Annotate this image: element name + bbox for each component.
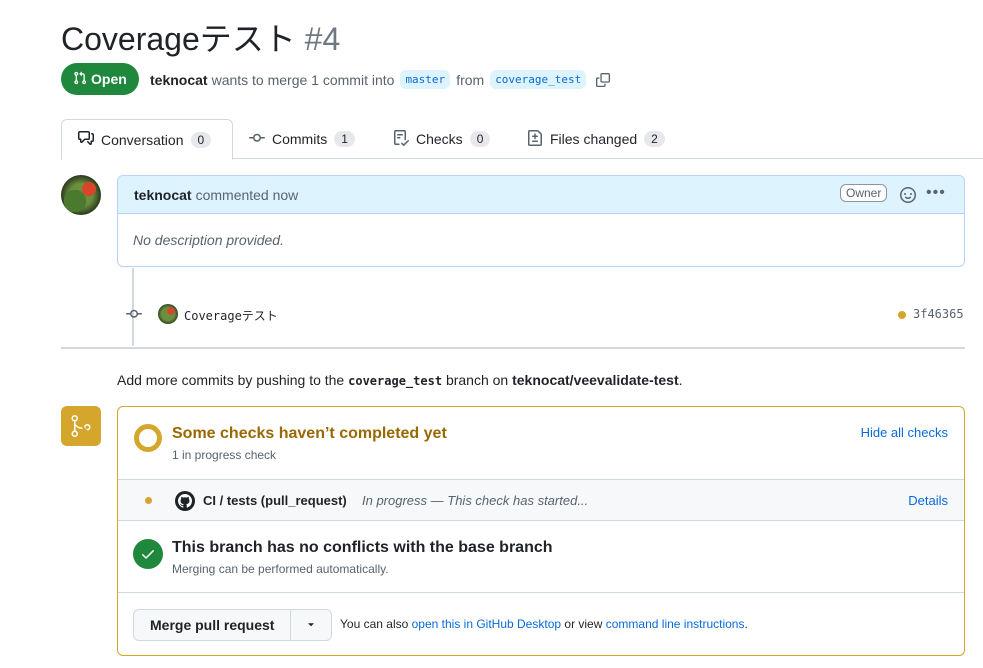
push-hint-suffix: .: [678, 372, 683, 388]
avatar[interactable]: [61, 175, 101, 215]
tab-label: Checks: [416, 131, 463, 147]
checks-subtitle: 1 in progress check: [172, 448, 277, 462]
tab-files-changed[interactable]: Files changed 2: [511, 119, 681, 159]
in-progress-dot-icon: [145, 497, 152, 504]
merge-pull-request-button[interactable]: Merge pull request: [134, 610, 292, 640]
pr-number: #4: [304, 21, 341, 57]
comment-action[interactable]: commented now: [196, 187, 299, 203]
pr-meta: teknocat wants to merge 1 commit into ma…: [150, 70, 611, 89]
github-actions-icon: [175, 491, 195, 511]
commit-author-avatar[interactable]: [158, 304, 178, 324]
hide-checks-button[interactable]: Hide all checks: [861, 425, 948, 440]
tab-commits[interactable]: Commits 1: [233, 119, 371, 159]
commit-status-dot[interactable]: [898, 311, 906, 319]
status-badge: Open: [61, 63, 139, 95]
push-hint-branch: coverage_test: [348, 374, 443, 388]
author-link[interactable]: teknocat: [150, 72, 208, 88]
tab-counter: 1: [334, 131, 355, 147]
smiley-icon[interactable]: [900, 187, 916, 206]
push-hint-middle: branch on: [445, 372, 509, 388]
comment-discussion-icon: [78, 130, 94, 149]
page-title: Coverageテスト #4: [61, 14, 340, 60]
check-status: In progress — This check has started...: [362, 493, 589, 508]
owner-badge: Owner: [840, 184, 888, 202]
push-hint-repo: teknocat/veevalidate-test: [512, 372, 679, 388]
check-name: CI / tests (pull_request): [203, 493, 347, 508]
timeline-divider: [61, 347, 965, 349]
git-commit-icon: [249, 130, 265, 149]
conflicts-section: This branch has no conflicts with the ba…: [118, 521, 964, 593]
merge-hint-middle: or view: [564, 617, 603, 631]
merge-options-dropdown[interactable]: [291, 610, 331, 640]
tab-conversation[interactable]: Conversation 0: [61, 119, 233, 160]
tab-label: Conversation: [101, 131, 184, 148]
git-merge-icon: [61, 406, 101, 446]
triangle-down-icon: [305, 617, 317, 633]
tab-counter: 0: [190, 131, 212, 148]
merge-button-group: Merge pull request: [133, 609, 333, 641]
pr-tabs: Conversation 0 Commits 1 Checks 0 Files …: [61, 119, 983, 160]
comment-header: teknocat commented now Owner •••: [118, 176, 964, 214]
commit-message[interactable]: Coverageテスト: [184, 307, 278, 324]
status-label: Open: [91, 71, 127, 87]
details-link[interactable]: Details: [908, 493, 948, 508]
merge-hint-suffix: .: [744, 617, 748, 631]
tab-label: Files changed: [550, 131, 638, 147]
merge-hint: You can also open this in GitHub Desktop…: [340, 617, 748, 631]
pull-request-icon: [73, 71, 87, 88]
push-hint: Add more commits by pushing to the cover…: [117, 372, 683, 388]
copy-icon[interactable]: [596, 72, 611, 87]
comment-body: No description provided.: [133, 232, 284, 248]
head-branch[interactable]: coverage_test: [490, 70, 587, 89]
tab-checks[interactable]: Checks 0: [377, 119, 506, 159]
tab-counter: 2: [644, 131, 665, 147]
base-branch[interactable]: master: [400, 70, 451, 89]
merge-text: wants to merge 1 commit into: [211, 71, 395, 88]
push-hint-prefix: Add more commits by pushing to the: [117, 372, 345, 388]
git-commit-icon: [126, 306, 142, 325]
commit-sha[interactable]: 3f46365: [913, 307, 964, 321]
from-text: from: [456, 71, 485, 88]
open-in-desktop-link[interactable]: open this in GitHub Desktop: [412, 617, 561, 631]
check-circle-icon: [133, 539, 163, 569]
checks-summary: Some checks haven’t completed yet 1 in p…: [118, 407, 964, 479]
tab-counter: 0: [469, 131, 491, 147]
conflicts-subtitle: Merging can be performed automatically.: [172, 562, 389, 576]
checks-title: Some checks haven’t completed yet: [172, 425, 447, 442]
merge-hint-prefix: You can also: [340, 617, 409, 631]
conflicts-title: This branch has no conflicts with the ba…: [172, 539, 553, 556]
merge-box: Some checks haven’t completed yet 1 in p…: [117, 406, 965, 656]
kebab-menu-icon[interactable]: •••: [926, 184, 946, 202]
checklist-icon: [393, 129, 410, 149]
pr-title: Coverageテスト: [61, 21, 296, 57]
comment-author[interactable]: teknocat: [134, 187, 192, 203]
tab-label: Commits: [272, 131, 328, 147]
pending-icon: [134, 424, 162, 452]
command-line-link[interactable]: command line instructions: [606, 617, 745, 631]
check-run-row: CI / tests (pull_request) In progress — …: [118, 479, 964, 521]
file-diff-icon: [527, 129, 543, 149]
comment-box: teknocat commented now Owner ••• No desc…: [117, 175, 965, 267]
